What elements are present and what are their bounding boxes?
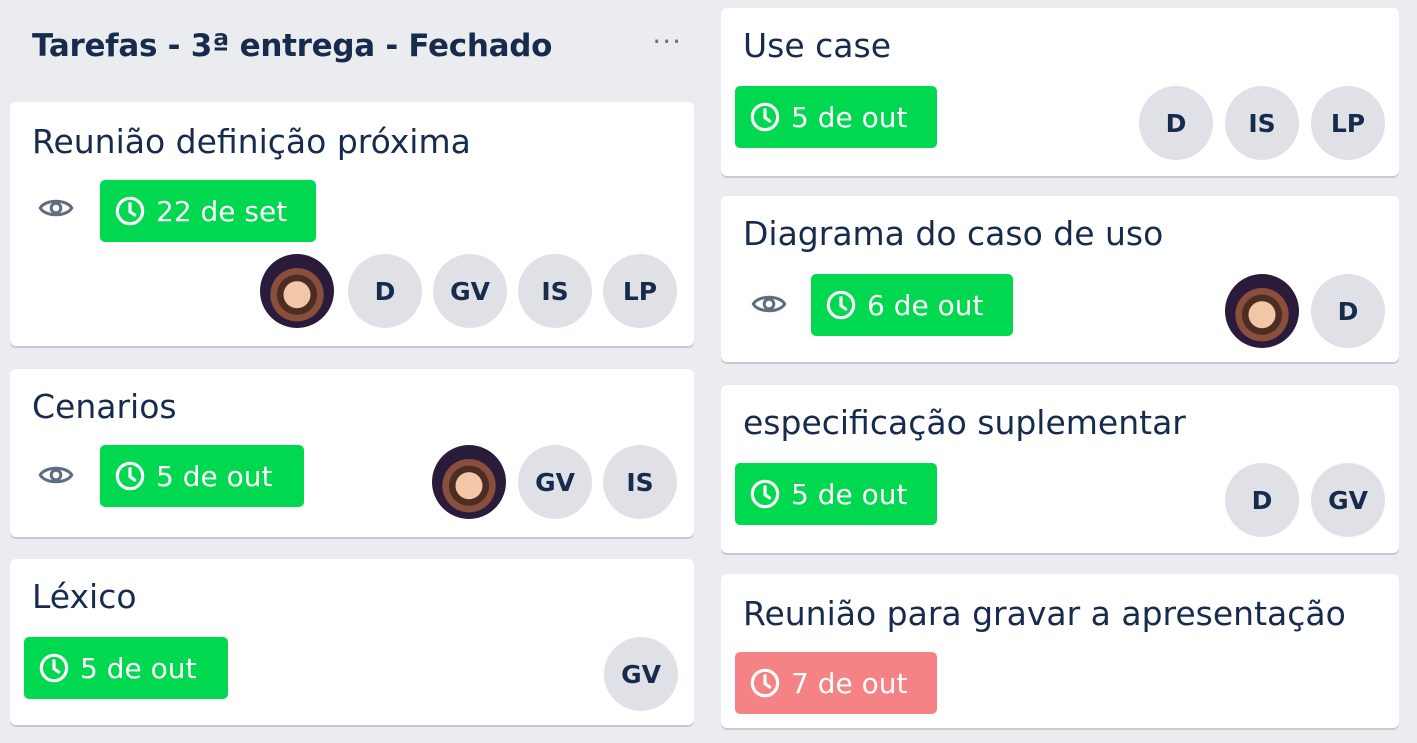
card-reuniao-gravar-apresentacao[interactable]: Reunião para gravar a apresentação 7 de … bbox=[721, 574, 1399, 728]
eye-icon bbox=[38, 190, 74, 226]
card-use-case[interactable]: Use case 5 de out D IS LP bbox=[721, 8, 1399, 176]
more-horizontal-icon[interactable]: ··· bbox=[652, 28, 682, 56]
avatar[interactable]: GV bbox=[604, 637, 678, 711]
avatar[interactable]: IS bbox=[518, 254, 592, 328]
due-date-label: 6 de out bbox=[867, 288, 984, 322]
due-date-badge[interactable]: 5 de out bbox=[100, 445, 304, 507]
card-reuniao-definicao[interactable]: Reunião definição próxima 22 de set D GV… bbox=[10, 102, 694, 346]
avatar[interactable]: GV bbox=[518, 445, 592, 519]
avatar[interactable]: LP bbox=[603, 254, 677, 328]
due-date-label: 5 de out bbox=[791, 477, 908, 511]
avatar[interactable] bbox=[1225, 274, 1299, 348]
avatar[interactable]: D bbox=[1139, 86, 1213, 160]
due-date-badge[interactable]: 7 de out bbox=[735, 652, 937, 714]
clock-icon bbox=[749, 101, 781, 133]
due-date-badge[interactable]: 22 de set bbox=[100, 180, 316, 242]
card-title: especificação suplementar bbox=[743, 403, 1186, 442]
eye-icon bbox=[751, 286, 787, 322]
card-title: Léxico bbox=[32, 577, 137, 616]
card-title: Reunião para gravar a apresentação bbox=[743, 594, 1346, 633]
card-cenarios[interactable]: Cenarios 5 de out GV IS bbox=[10, 369, 694, 537]
avatar[interactable]: GV bbox=[433, 254, 507, 328]
avatar[interactable]: LP bbox=[1311, 86, 1385, 160]
avatar[interactable]: IS bbox=[603, 445, 677, 519]
avatar[interactable] bbox=[432, 445, 506, 519]
due-date-badge[interactable]: 5 de out bbox=[735, 86, 937, 148]
card-title: Cenarios bbox=[32, 387, 177, 426]
eye-icon bbox=[38, 457, 74, 493]
card-title: Reunião definição próxima bbox=[32, 122, 471, 161]
avatar[interactable]: D bbox=[1225, 463, 1299, 537]
avatar[interactable]: D bbox=[1311, 274, 1385, 348]
avatar[interactable]: IS bbox=[1225, 86, 1299, 160]
due-date-badge[interactable]: 5 de out bbox=[735, 463, 937, 525]
clock-icon bbox=[114, 460, 146, 492]
card-lexico[interactable]: Léxico 5 de out GV bbox=[10, 559, 694, 725]
avatar[interactable]: D bbox=[348, 254, 422, 328]
due-date-label: 5 de out bbox=[80, 651, 197, 685]
list-title[interactable]: Tarefas - 3ª entrega - Fechado bbox=[32, 28, 552, 64]
due-date-badge[interactable]: 5 de out bbox=[24, 637, 228, 699]
avatar[interactable] bbox=[260, 254, 334, 328]
due-date-label: 22 de set bbox=[156, 194, 288, 228]
clock-icon bbox=[749, 667, 781, 699]
card-title: Diagrama do caso de uso bbox=[743, 214, 1164, 253]
due-date-badge[interactable]: 6 de out bbox=[811, 274, 1013, 336]
due-date-label: 5 de out bbox=[791, 100, 908, 134]
clock-icon bbox=[38, 652, 70, 684]
clock-icon bbox=[114, 195, 146, 227]
card-title: Use case bbox=[743, 26, 892, 65]
card-especificacao-suplementar[interactable]: especificação suplementar 5 de out D GV bbox=[721, 385, 1399, 553]
due-date-label: 7 de out bbox=[791, 666, 908, 700]
list-header: Tarefas - 3ª entrega - Fechado ··· bbox=[14, 14, 694, 84]
due-date-label: 5 de out bbox=[156, 459, 273, 493]
clock-icon bbox=[749, 478, 781, 510]
avatar[interactable]: GV bbox=[1311, 463, 1385, 537]
clock-icon bbox=[825, 289, 857, 321]
card-diagrama-caso-uso[interactable]: Diagrama do caso de uso 6 de out D bbox=[721, 196, 1399, 362]
